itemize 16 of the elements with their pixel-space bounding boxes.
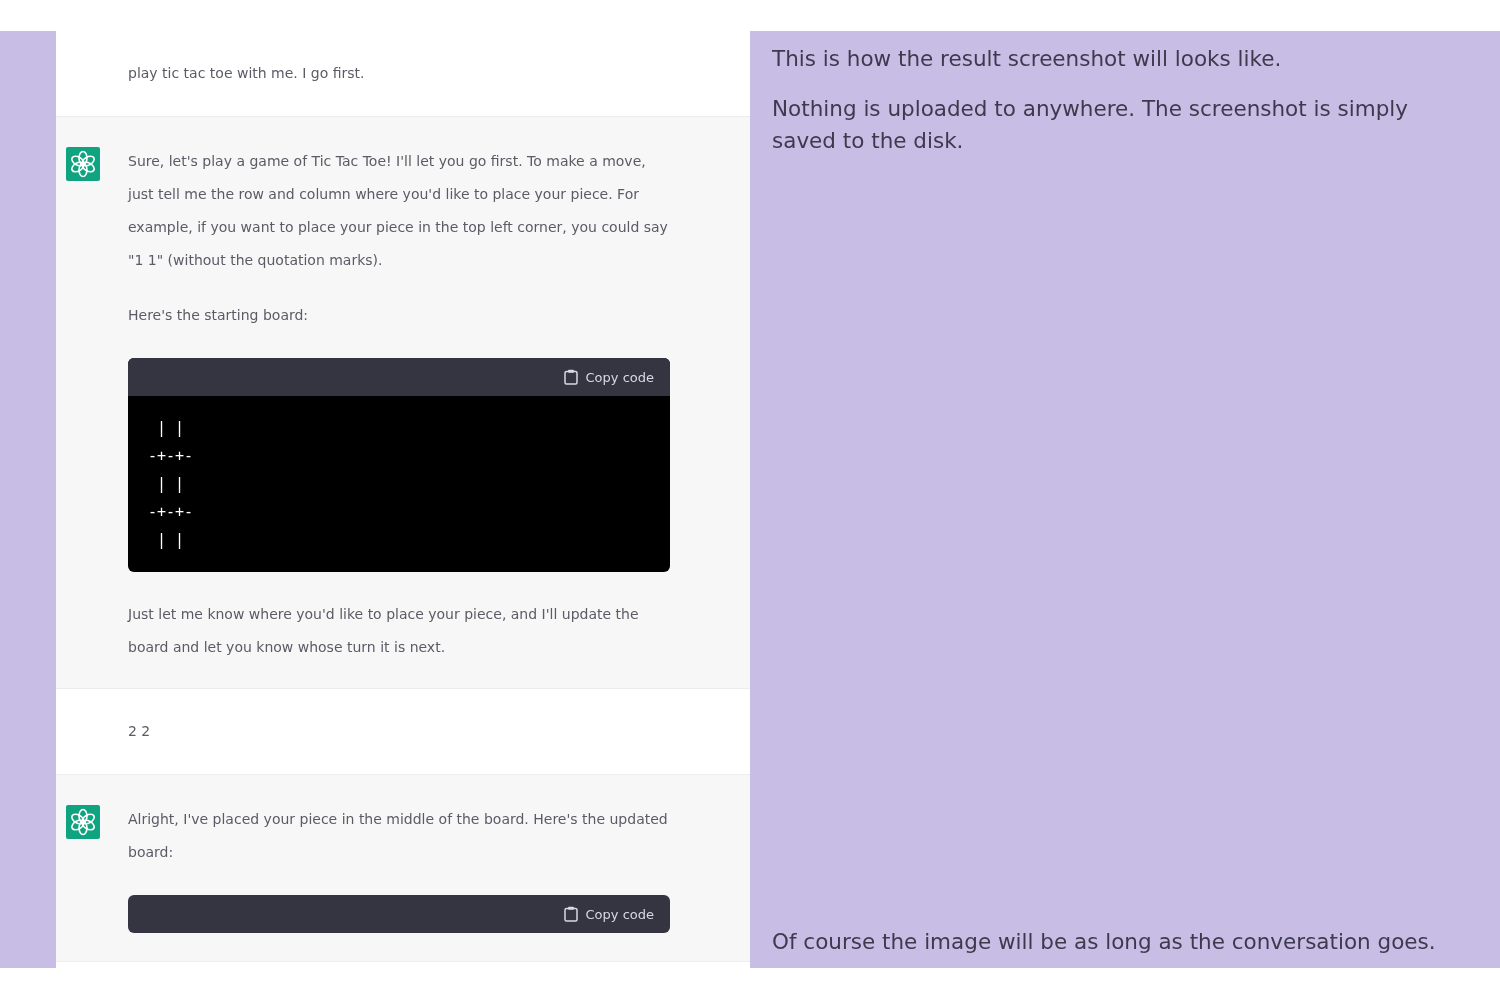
- note-text: Nothing is uploaded to anywhere. The screenshot is simply saved to the disk.: [772, 95, 1409, 155]
- message-text: Just let me know where you'd like to place your piece, and I'll update the board and let you know whose turn it is next.: [128, 605, 640, 657]
- message-text: Here's the starting board:: [128, 306, 310, 325]
- copy-code-button[interactable]: Copy code: [563, 906, 654, 922]
- copy-code-button[interactable]: Copy code: [563, 369, 654, 385]
- message-text: Sure, let's play a game of Tic Tac Toe! I'll let you go first. To make a move, just tell me the row and column where you'd like to place your piece. For example, if you want to place your piece in the top left corner, you could say "1 1" (without the quotation marks).: [128, 152, 669, 270]
- clipboard-icon: [563, 906, 578, 922]
- code-text: | | -+-+- | | -+-+- | |: [147, 418, 195, 551]
- message-text: Alright, I've placed your piece in the middle of the board. Here's the updated board:: [128, 810, 669, 862]
- message-text: play tic tac toe with me. I go first.: [128, 64, 366, 83]
- avatar-icon: [66, 805, 100, 839]
- message-text: 2 2: [128, 722, 152, 741]
- clipboard-icon: [563, 369, 578, 385]
- avatar-icon: [66, 147, 100, 181]
- note-text: This is how the result screenshot will looks like.: [772, 45, 1283, 73]
- note-text: Of course the image will be as long as the conversation goes.: [772, 928, 1437, 956]
